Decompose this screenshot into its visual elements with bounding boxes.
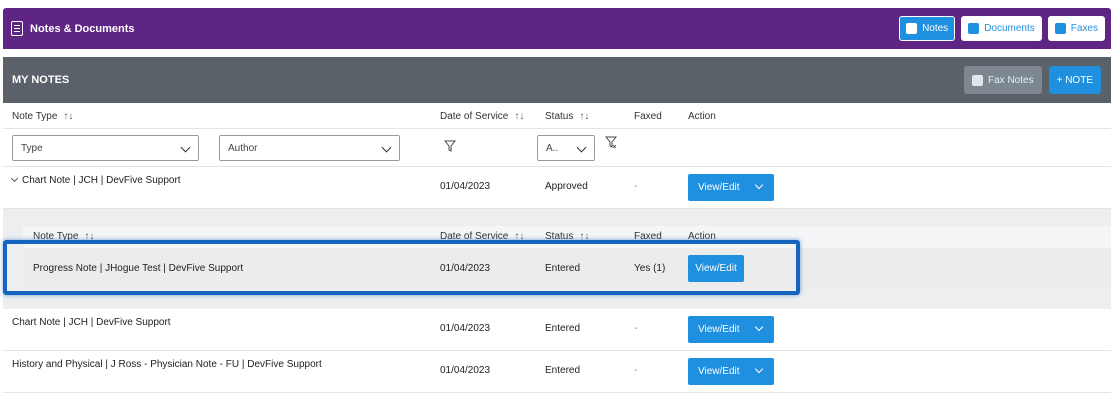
document-icon [11, 21, 23, 36]
faxes-button[interactable]: Faxes [1047, 16, 1105, 41]
view-edit-button[interactable]: View/Edit [688, 358, 774, 385]
filter-icon[interactable] [444, 140, 456, 152]
nested-faxed-cell: Yes (1) [634, 263, 666, 274]
expanded-notes-panel: Note Type ↑↓ Date of Service ↑↓ Status ↑↓ F… [3, 209, 1111, 309]
sort-icon: ↑↓ [514, 231, 525, 242]
nested-col-date-label: Date of Service [440, 231, 509, 242]
col-date-of-service[interactable]: Date of Service ↑↓ [440, 111, 524, 122]
sort-icon: ↑↓ [63, 111, 74, 122]
type-filter-select[interactable]: Type [12, 135, 199, 161]
view-edit-label: View/Edit [698, 324, 740, 335]
type-filter-value: Type [21, 142, 43, 154]
col-status[interactable]: Status ↑↓ [545, 111, 589, 122]
filter-row: Type Author A.. [3, 129, 1111, 167]
notes-documents-panel: Notes & Documents Notes Documents Faxes … [0, 0, 1120, 396]
nested-col-action: Action [688, 231, 716, 242]
nested-col-date-of-service[interactable]: Date of Service ↑↓ [440, 231, 524, 242]
note-type-text: Chart Note | JCH | DevFive Support [22, 175, 181, 186]
panel-title: Notes & Documents [30, 22, 135, 35]
author-filter-value: Author [228, 142, 258, 154]
documents-button[interactable]: Documents [961, 16, 1042, 41]
view-edit-button[interactable]: View/Edit [688, 174, 774, 201]
section-title: MY NOTES [12, 74, 70, 86]
col-note-type[interactable]: Note Type ↑↓ [12, 111, 73, 122]
view-edit-label: View/Edit [698, 182, 740, 193]
nested-table-header: Note Type ↑↓ Date of Service ↑↓ Status ↑↓ F… [23, 226, 1111, 248]
note-type-cell: Chart Note | JCH | DevFive Support [12, 317, 171, 328]
add-note-button[interactable]: + NOTE [1048, 66, 1101, 94]
col-date-label: Date of Service [440, 111, 509, 122]
documents-button-label: Documents [984, 23, 1035, 34]
date-cell: 01/04/2023 [440, 365, 491, 376]
nested-view-edit-button[interactable]: View/Edit [688, 255, 744, 282]
sort-icon: ↑↓ [579, 111, 590, 122]
nested-col-note-type-label: Note Type [33, 231, 79, 242]
nested-status-cell: Entered [545, 263, 581, 274]
documents-icon [968, 23, 980, 34]
nested-col-status-label: Status [545, 231, 574, 242]
view-edit-label: View/Edit [698, 366, 740, 377]
fax-notes-button[interactable]: Fax Notes [964, 66, 1042, 94]
notes-button-label: Notes [922, 23, 949, 34]
nested-col-status[interactable]: Status ↑↓ [545, 231, 589, 242]
date-cell: 01/04/2023 [440, 323, 491, 334]
expand-chevron-icon[interactable] [10, 174, 19, 183]
notes-actions: Fax Notes + NOTE [964, 66, 1101, 94]
faxes-icon [1054, 23, 1066, 34]
status-cell: Entered [545, 323, 581, 334]
sort-icon: ↑↓ [579, 231, 590, 242]
view-edit-button[interactable]: View/Edit [688, 316, 774, 343]
chevron-down-icon [381, 142, 392, 153]
col-faxed: Faxed [634, 111, 662, 122]
author-filter-select[interactable]: Author [219, 135, 400, 161]
fax-notes-label: Fax Notes [988, 74, 1034, 86]
chevron-down-icon [576, 142, 587, 153]
notes-table: Note Type ↑↓ Date of Service ↑↓ Status ↑↓ F… [3, 103, 1111, 393]
chevron-down-icon [180, 142, 191, 153]
table-header: Note Type ↑↓ Date of Service ↑↓ Status ↑↓ F… [3, 103, 1111, 129]
chevron-down-icon [754, 322, 764, 332]
status-filter-select[interactable]: A.. [537, 135, 595, 161]
status-cell: Approved [545, 181, 588, 192]
date-cell: 01/04/2023 [440, 181, 491, 192]
nested-col-faxed: Faxed [634, 231, 662, 242]
faxed-cell: - [634, 365, 638, 376]
my-notes-bar: MY NOTES Fax Notes + NOTE [3, 57, 1111, 103]
clear-filter-icon[interactable] [605, 136, 617, 148]
col-note-type-label: Note Type [12, 111, 58, 122]
note-type-cell: History and Physical | J Ross - Physicia… [12, 359, 322, 370]
notes-button[interactable]: Notes [899, 16, 956, 41]
status-cell: Entered [545, 365, 581, 376]
panel-header: Notes & Documents Notes Documents Faxes [3, 8, 1111, 49]
fax-icon [972, 74, 984, 86]
table-row[interactable]: Chart Note | JCH | DevFive Support 01/04… [3, 309, 1111, 351]
note-type-cell: Chart Note | JCH | DevFive Support [10, 174, 181, 186]
nested-note-type-cell: Progress Note | JHogue Test | DevFive Su… [33, 263, 244, 274]
chevron-down-icon [754, 180, 764, 190]
table-row[interactable]: Chart Note | JCH | DevFive Support 01/04… [3, 167, 1111, 209]
nested-col-note-type[interactable]: Note Type ↑↓ [33, 231, 94, 242]
table-row[interactable]: History and Physical | J Ross - Physicia… [3, 351, 1111, 393]
nested-table-row[interactable]: Progress Note | JHogue Test | DevFive Su… [23, 249, 1111, 289]
sort-icon: ↑↓ [84, 231, 95, 242]
chevron-down-icon [754, 364, 764, 374]
faxed-cell: - [634, 181, 638, 192]
status-filter-value: A.. [546, 142, 559, 154]
col-status-label: Status [545, 111, 574, 122]
faxes-button-label: Faxes [1070, 23, 1098, 34]
sort-icon: ↑↓ [514, 111, 525, 122]
nested-date-cell: 01/04/2023 [440, 263, 491, 274]
notes-icon [906, 23, 918, 34]
view-switcher: Notes Documents Faxes [899, 16, 1105, 41]
faxed-cell: - [634, 323, 638, 334]
col-action: Action [688, 111, 716, 122]
